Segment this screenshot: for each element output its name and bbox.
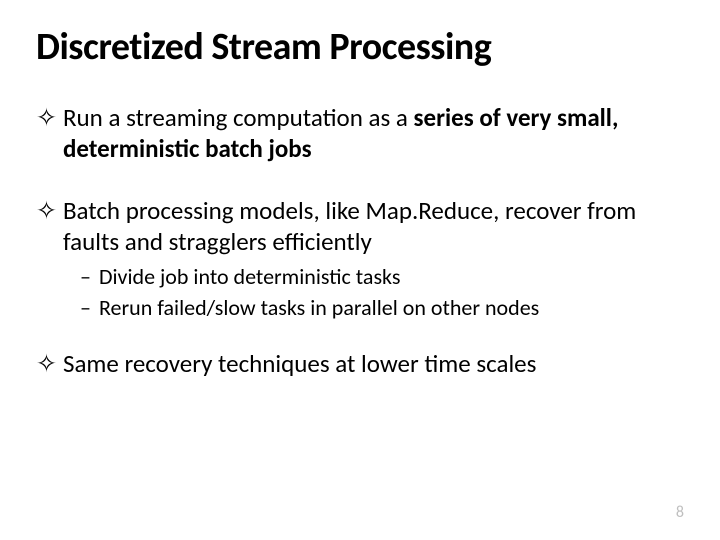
slide: Discretized Stream Processing ✧ Run a st… bbox=[0, 0, 720, 540]
bullet-3: ✧ Same recovery techniques at lower time… bbox=[36, 348, 684, 379]
subbullet-2-2-text: Rerun failed/slow tasks in parallel on o… bbox=[99, 294, 539, 323]
subbullet-2-2: – Rerun failed/slow tasks in parallel on… bbox=[80, 294, 684, 323]
bullet-2-text: Batch processing models, like Map.Reduce… bbox=[63, 195, 684, 258]
bullet-1: ✧ Run a streaming computation as a serie… bbox=[36, 102, 684, 165]
diamond-bullet-icon: ✧ bbox=[36, 195, 57, 226]
diamond-bullet-icon: ✧ bbox=[36, 348, 57, 379]
subbullet-2-1: – Divide job into deterministic tasks bbox=[80, 263, 684, 292]
diamond-bullet-icon: ✧ bbox=[36, 102, 57, 133]
bullet-3-text: Same recovery techniques at lower time s… bbox=[63, 348, 684, 379]
slide-title: Discretized Stream Processing bbox=[36, 24, 684, 70]
bullet-3-pre: Same recovery techniques at lower time s… bbox=[63, 348, 536, 379]
subbullet-2-1-text: Divide job into deterministic tasks bbox=[99, 263, 400, 292]
bullet-2-group: ✧ Batch processing models, like Map.Redu… bbox=[36, 195, 684, 323]
bullet-2: ✧ Batch processing models, like Map.Redu… bbox=[36, 195, 684, 258]
dash-bullet-icon: – bbox=[80, 263, 91, 292]
page-number: 8 bbox=[676, 503, 684, 522]
bullet-2-pre: Batch processing models, like Map.Reduce… bbox=[63, 195, 636, 257]
dash-bullet-icon: – bbox=[80, 294, 91, 323]
bullet-1-pre: Run a streaming computation as a bbox=[63, 102, 414, 133]
bullet-1-text: Run a streaming computation as a series … bbox=[63, 102, 684, 165]
